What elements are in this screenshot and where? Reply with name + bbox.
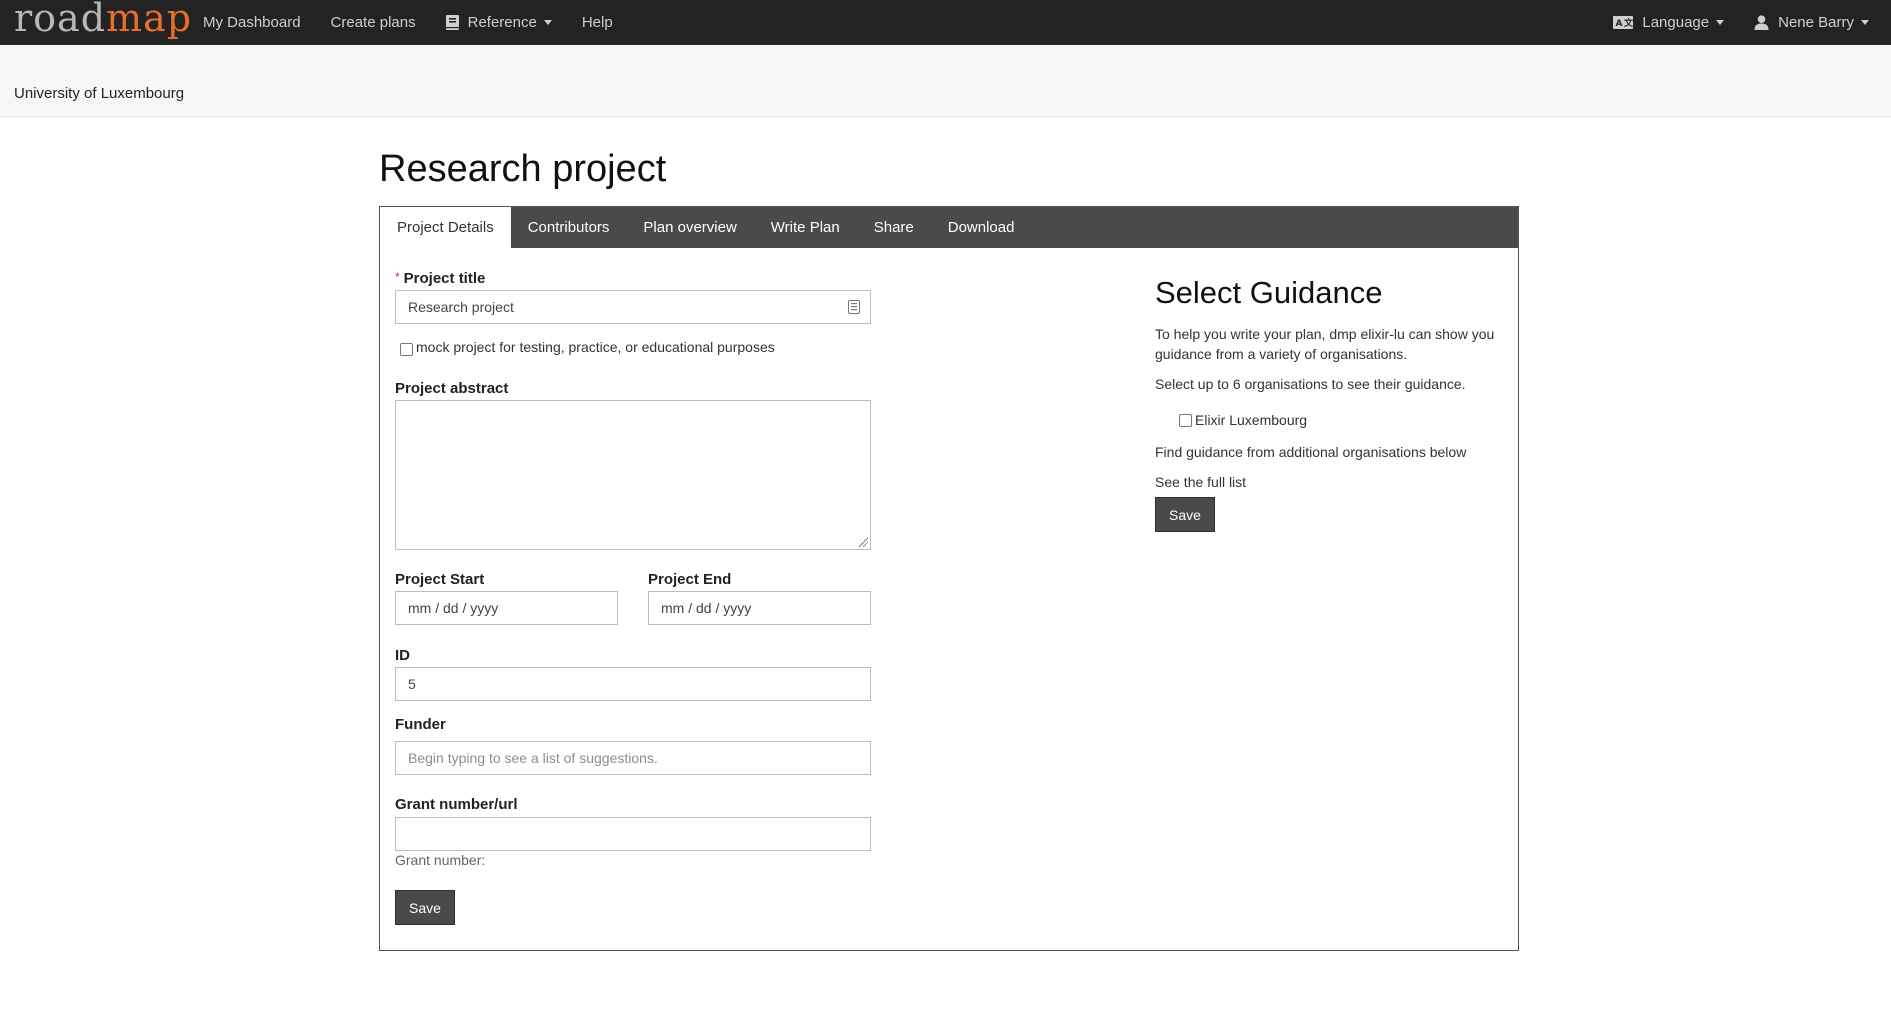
project-abstract-textarea[interactable] [395,400,871,550]
roadmap-logo[interactable]: roadmap [14,0,192,41]
chevron-down-icon [1861,20,1869,25]
project-start-placeholder: mm / dd / yyyy [408,600,499,616]
select-guidance-title: Select Guidance [1155,275,1383,310]
id-card-icon [848,300,860,318]
organisation-name: University of Luxembourg [14,85,185,102]
top-navbar: roadmap My Dashboard Create plans Refere… [0,0,1891,45]
nav-my-dashboard[interactable]: My Dashboard [203,14,301,31]
project-end-date-input[interactable]: mm / dd / yyyy [648,591,871,625]
tab-plan-overview[interactable]: Plan overview [626,207,753,248]
id-input[interactable] [395,667,871,701]
see-full-list-link[interactable]: See the full list [1155,472,1246,492]
funder-input[interactable] [395,741,871,775]
guidance-select-text: Select up to 6 organisations to see thei… [1155,376,1466,392]
tab-project-details[interactable]: Project Details [380,207,511,248]
resize-handle-icon[interactable] [858,537,868,547]
book-icon [445,15,459,30]
chevron-down-icon [543,20,552,25]
project-title-input[interactable] [395,290,871,324]
nav-help[interactable]: Help [582,14,613,31]
tab-write-plan[interactable]: Write Plan [754,207,857,248]
plan-tabs: Project Details Contributors Plan overvi… [380,207,1518,248]
nav-reference-dropdown[interactable]: Reference [445,14,552,31]
funder-label: Funder [395,716,446,733]
guidance-save-button[interactable]: Save [1155,497,1215,532]
user-icon [1754,15,1769,30]
page-title: Research project [379,148,667,190]
svg-text:A: A [1616,19,1623,29]
id-label: ID [395,647,410,664]
nav-left: My Dashboard Create plans Reference Help [203,0,643,45]
user-name-label: Nene Barry [1778,14,1854,31]
mock-project-label: mock project for testing, practice, or e… [416,339,775,355]
grant-number-label: Grant number/url [395,796,518,813]
tab-share[interactable]: Share [857,207,931,248]
project-start-label: Project Start [395,571,485,588]
guidance-intro: To help you write your plan, dmp elixir-… [1155,326,1495,362]
project-end-placeholder: mm / dd / yyyy [661,600,752,616]
logo-text-part1: road [14,0,107,40]
user-dropdown[interactable]: Nene Barry [1754,14,1869,31]
project-start-date-input[interactable]: mm / dd / yyyy [395,591,618,625]
svg-text:文: 文 [1623,17,1633,29]
grant-number-input[interactable] [395,817,871,851]
nav-right: A文 Language Nene Barry [1583,0,1869,45]
plan-panel: Project Details Contributors Plan overvi… [379,206,1519,951]
organisation-bar: University of Luxembourg [0,45,1891,117]
grant-number-help: Grant number: [395,852,486,868]
language-label: Language [1642,14,1710,31]
language-icon: A文 [1613,16,1634,29]
elixir-luxembourg-label: Elixir Luxembourg [1195,412,1308,428]
nav-my-dashboard-label: My Dashboard [203,14,301,31]
project-title-label: * Project title [395,270,485,287]
save-button[interactable]: Save [395,890,455,925]
nav-create-plans-label: Create plans [330,14,416,31]
chevron-down-icon [1716,20,1725,25]
elixir-luxembourg-checkbox[interactable] [1179,414,1192,427]
nav-reference-label: Reference [467,14,537,31]
mock-project-checkbox[interactable] [400,343,413,356]
language-dropdown[interactable]: A文 Language [1613,14,1725,31]
guidance-find-text: Find guidance from additional organisati… [1155,444,1467,460]
tab-contributors[interactable]: Contributors [511,207,627,248]
project-title-label-text: Project title [403,270,486,287]
logo-text-part2: map [106,0,193,40]
nav-help-label: Help [581,14,613,31]
project-abstract-label: Project abstract [395,380,509,397]
required-marker: * [395,270,400,284]
project-end-label: Project End [648,571,732,588]
nav-create-plans[interactable]: Create plans [331,14,416,31]
tab-download[interactable]: Download [931,207,1032,248]
